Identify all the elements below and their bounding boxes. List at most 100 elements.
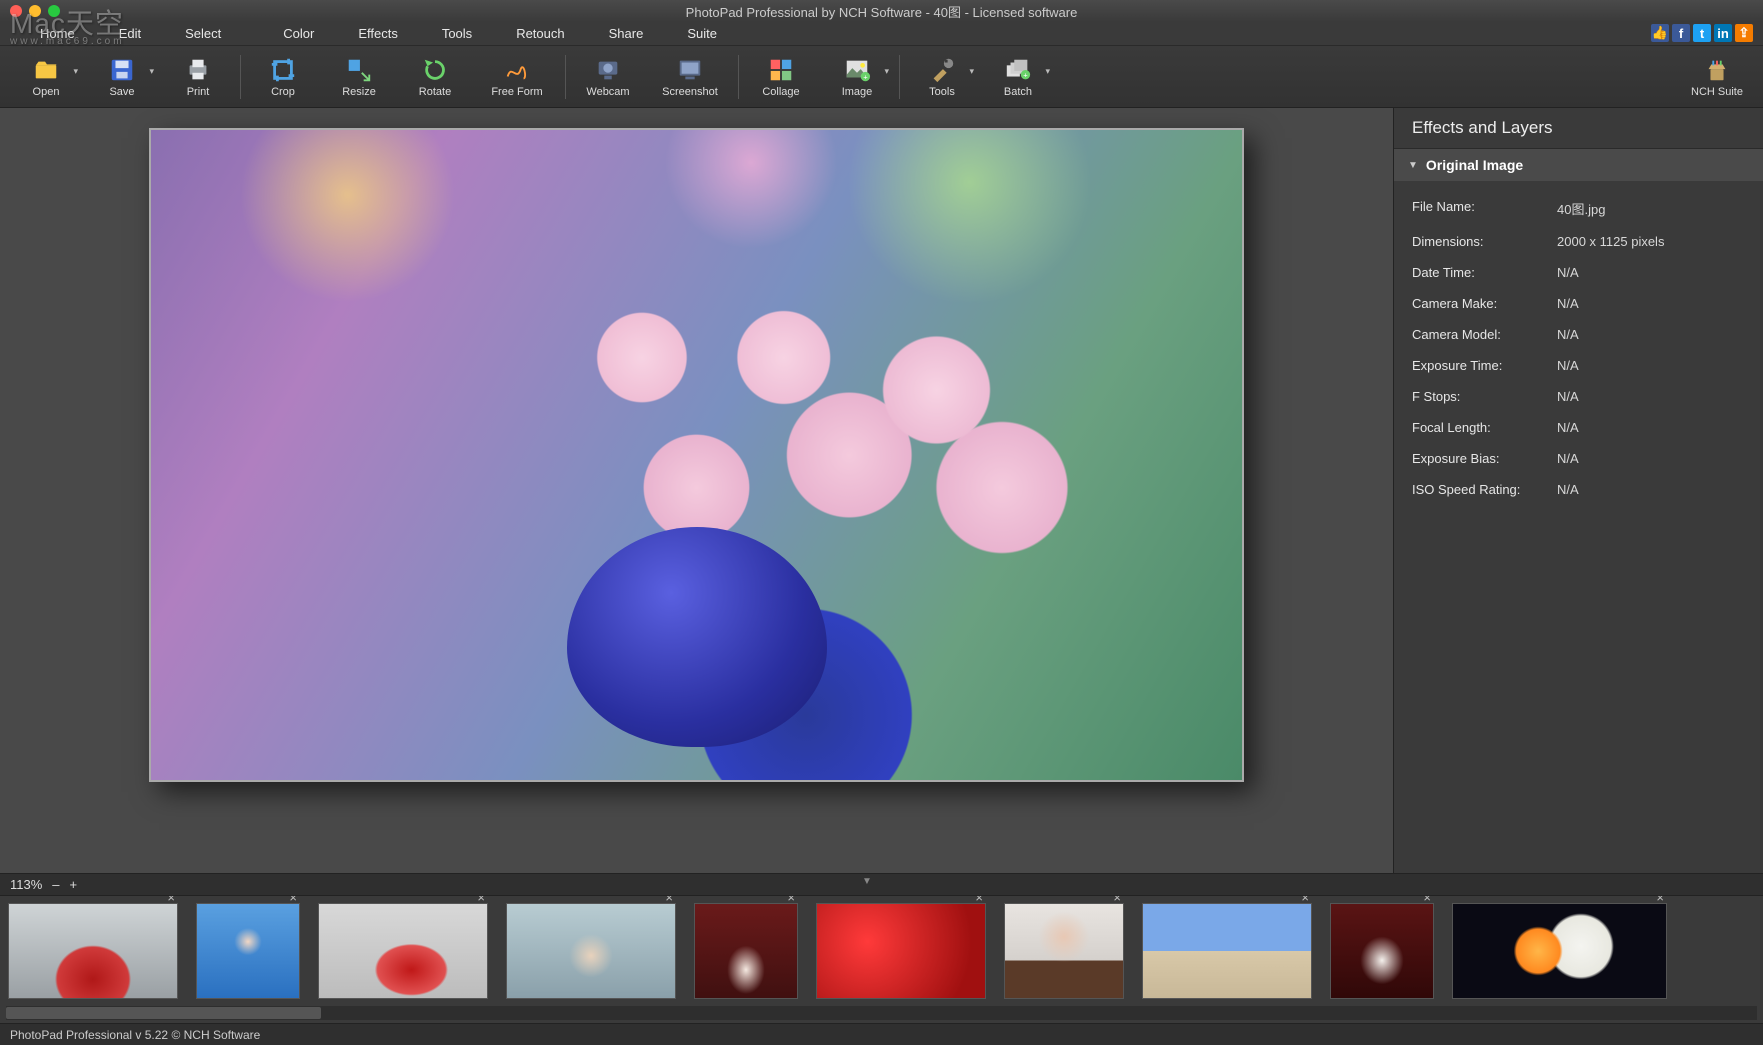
svg-text:+: + [1023, 70, 1027, 79]
tools-label: Tools [929, 86, 955, 98]
meta-row: ISO Speed Rating:N/A [1412, 474, 1745, 505]
close-icon[interactable]: × [784, 896, 798, 905]
close-icon[interactable]: × [286, 896, 300, 905]
nchsuite-icon [1702, 56, 1732, 84]
meta-value: 2000 x 1125 pixels [1557, 234, 1664, 249]
thumbnail[interactable]: × [1330, 903, 1434, 999]
nchsuite-button[interactable]: NCH Suite [1679, 48, 1755, 106]
image-button[interactable]: +Image▾ [819, 48, 895, 106]
menu-suite[interactable]: Suite [665, 22, 739, 45]
thumbnail[interactable]: × [816, 903, 986, 999]
canvas-area[interactable] [0, 108, 1393, 873]
window-controls [0, 5, 60, 17]
save-icon [107, 56, 137, 84]
meta-value: N/A [1557, 265, 1579, 280]
open-button[interactable]: Open▾ [8, 48, 84, 106]
save-button[interactable]: Save ▾ [84, 48, 160, 106]
toolbar-separator [565, 55, 566, 99]
menu-color[interactable]: Color [261, 22, 336, 45]
save-label: Save [109, 86, 134, 98]
print-icon [183, 56, 213, 84]
meta-key: Exposure Bias: [1412, 451, 1557, 466]
close-icon[interactable]: × [164, 896, 178, 905]
close-icon[interactable]: × [1653, 896, 1667, 905]
close-icon[interactable]: × [1110, 896, 1124, 905]
freeform-icon [502, 56, 532, 84]
section-original-image[interactable]: ▼ Original Image [1394, 149, 1763, 181]
maximize-icon[interactable] [48, 5, 60, 17]
close-icon[interactable]: × [1420, 896, 1434, 905]
batch-icon: + [1003, 56, 1033, 84]
share-icon[interactable]: ⇪ [1735, 24, 1753, 42]
webcam-button[interactable]: Webcam [570, 48, 646, 106]
menu-home[interactable]: Home [18, 22, 97, 45]
meta-row: File Name:40图.jpg [1412, 191, 1745, 226]
linkedin-icon[interactable]: in [1714, 24, 1732, 42]
close-icon[interactable]: × [1298, 896, 1312, 905]
tools-button[interactable]: Tools ▾ [904, 48, 980, 106]
resize-label: Resize [342, 86, 376, 98]
thumbnail[interactable]: × [196, 903, 300, 999]
meta-row: Camera Model:N/A [1412, 319, 1745, 350]
resize-button[interactable]: Resize [321, 48, 397, 106]
batch-button[interactable]: +Batch▾ [980, 48, 1056, 106]
rotate-button[interactable]: Rotate [397, 48, 473, 106]
filmstrip-scrollbar[interactable] [6, 1006, 1757, 1020]
status-bar: PhotoPad Professional v 5.22 © NCH Softw… [0, 1023, 1763, 1045]
menu-share[interactable]: Share [587, 22, 666, 45]
close-icon[interactable]: × [662, 896, 676, 905]
meta-value: N/A [1557, 451, 1579, 466]
thumbnail[interactable]: × [506, 903, 676, 999]
titlebar: PhotoPad Professional by NCH Software - … [0, 0, 1763, 22]
screenshot-button[interactable]: Screenshot [646, 48, 734, 106]
metadata-list: File Name:40图.jpgDimensions:2000 x 1125 … [1394, 181, 1763, 515]
meta-value: 40图.jpg [1557, 199, 1605, 218]
webcam-icon [593, 56, 623, 84]
crop-button[interactable]: Crop [245, 48, 321, 106]
meta-value: N/A [1557, 296, 1579, 311]
canvas-image[interactable] [149, 128, 1244, 782]
thumbnail[interactable]: × [1004, 903, 1124, 999]
meta-key: Camera Make: [1412, 296, 1557, 311]
thumbnail[interactable]: × [8, 903, 178, 999]
twitter-icon[interactable]: t [1693, 24, 1711, 42]
rotate-icon [420, 56, 450, 84]
print-button[interactable]: Print [160, 48, 236, 106]
minimize-icon[interactable] [29, 5, 41, 17]
meta-value: N/A [1557, 482, 1579, 497]
webcam-label: Webcam [586, 86, 629, 98]
menu-select[interactable]: Select [163, 22, 243, 45]
close-icon[interactable] [10, 5, 22, 17]
collage-button[interactable]: Collage [743, 48, 819, 106]
zoom-out-button[interactable]: – [52, 877, 59, 892]
section-label: Original Image [1426, 157, 1523, 173]
meta-row: F Stops:N/A [1412, 381, 1745, 412]
meta-row: Dimensions:2000 x 1125 pixels [1412, 226, 1745, 257]
chevron-down-icon: ▾ [969, 66, 974, 77]
menu-effects[interactable]: Effects [336, 22, 420, 45]
menu-edit[interactable]: Edit [97, 22, 163, 45]
thumbnail[interactable]: × [318, 903, 488, 999]
freeform-button[interactable]: Free Form [473, 48, 561, 106]
zoom-percent: 113% [10, 877, 42, 892]
close-icon[interactable]: × [972, 896, 986, 905]
menu-retouch[interactable]: Retouch [494, 22, 586, 45]
thumbnail[interactable]: × [1452, 903, 1667, 999]
meta-row: Exposure Bias:N/A [1412, 443, 1745, 474]
zoom-in-button[interactable]: + [70, 877, 78, 892]
chevron-down-icon: ▾ [73, 66, 78, 77]
facebook-icon[interactable]: f [1672, 24, 1690, 42]
print-label: Print [187, 86, 210, 98]
like-icon[interactable]: 👍 [1651, 24, 1669, 42]
crop-label: Crop [271, 86, 295, 98]
rotate-label: Rotate [419, 86, 451, 98]
menu-tools[interactable]: Tools [420, 22, 494, 45]
batch-label: Batch [1004, 86, 1032, 98]
thumbnail[interactable]: × [694, 903, 798, 999]
close-icon[interactable]: × [474, 896, 488, 905]
toolbar-separator [240, 55, 241, 99]
toolbar-separator [738, 55, 739, 99]
chevron-down-icon: ▾ [149, 66, 154, 77]
thumbnail[interactable]: × [1142, 903, 1312, 999]
toolbar-separator [899, 55, 900, 99]
